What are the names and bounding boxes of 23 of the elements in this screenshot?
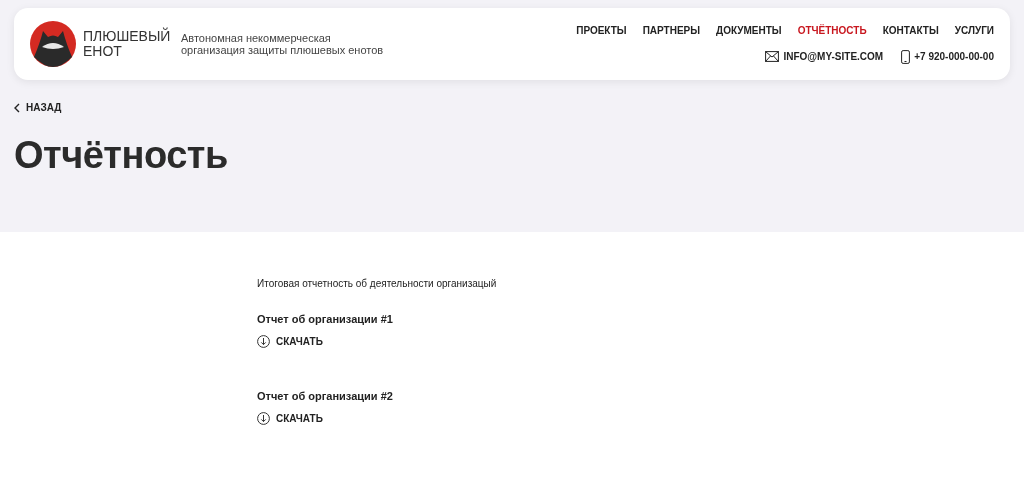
intro-text: Итоговая отчетность об деятельности организацый bbox=[257, 278, 498, 289]
page-title: Отчётность bbox=[14, 133, 229, 177]
back-link[interactable]: НАЗАД bbox=[14, 102, 62, 113]
nav-link[interactable]: ПРОЕКТЫ bbox=[576, 24, 627, 36]
phone-number[interactable]: +7 920-000-00-00 bbox=[914, 51, 994, 62]
nav-link[interactable]: УСЛУГИ bbox=[954, 24, 994, 36]
email-link[interactable]: INFO@MY-SITE.COM bbox=[783, 51, 884, 62]
download-link[interactable]: СКАЧАТЬ bbox=[257, 335, 323, 348]
chevron-left-icon bbox=[14, 102, 20, 113]
tagline: Автономная некоммерческая организация защиты плюшевых енотов bbox=[181, 32, 385, 56]
report-title: Отчет об организации #2 bbox=[257, 390, 394, 402]
nav-link[interactable]: ОТЧЁТНОСТЬ bbox=[797, 24, 867, 36]
report-title: Отчет об организации #1 bbox=[257, 313, 394, 325]
nav-link[interactable]: ДОКУМЕНТЫ bbox=[716, 24, 782, 36]
download-icon bbox=[257, 412, 270, 425]
nav-link[interactable]: КОНТАКТЫ bbox=[882, 24, 939, 36]
download-link[interactable]: СКАЧАТЬ bbox=[257, 412, 323, 425]
logo-icon bbox=[30, 21, 76, 67]
brand-name: ПЛЮШЕВЫЙ ЕНОТ bbox=[83, 29, 172, 59]
phone-icon bbox=[901, 49, 911, 64]
nav-link[interactable]: ПАРТНЕРЫ bbox=[642, 24, 701, 36]
download-icon bbox=[257, 335, 270, 348]
envelope-icon bbox=[765, 51, 780, 62]
